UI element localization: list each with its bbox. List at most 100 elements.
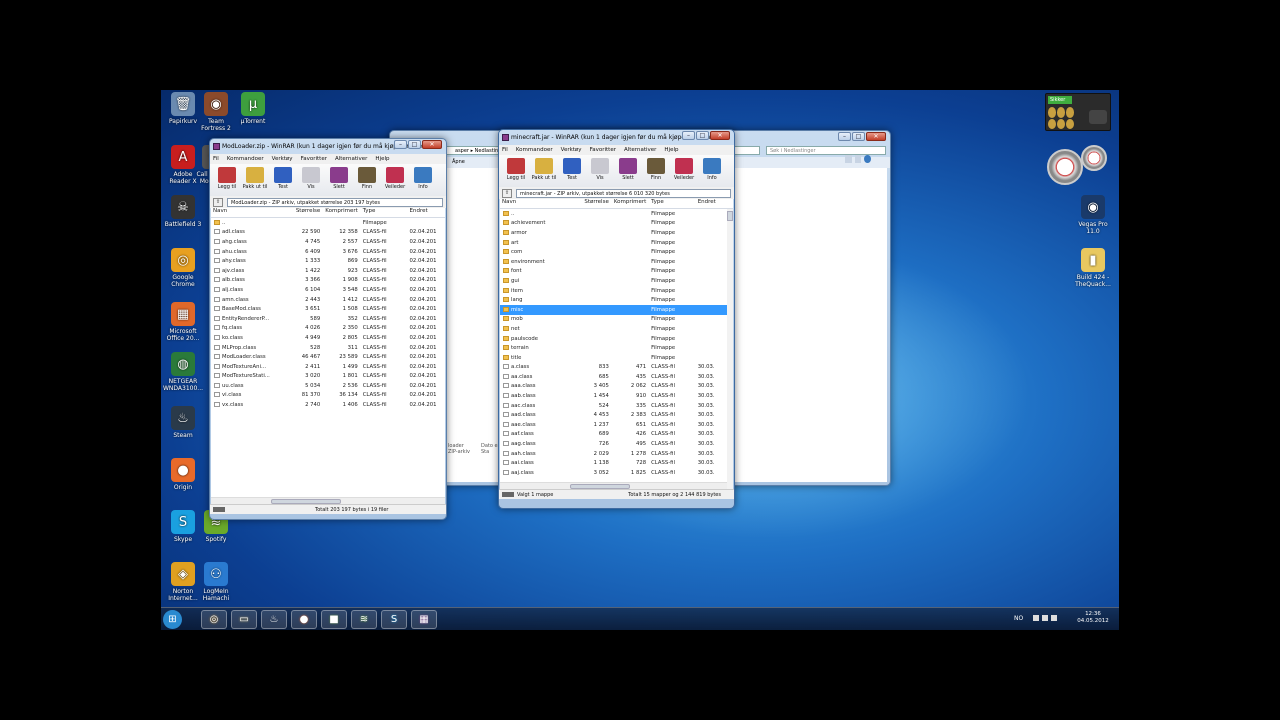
column-header[interactable]: Endret bbox=[696, 199, 733, 208]
flag-icon[interactable] bbox=[1033, 615, 1039, 621]
table-row[interactable]: aaj.class 3 052 1 825 CLASS-fil 30.03. bbox=[500, 468, 733, 478]
toolbar-button[interactable]: Test bbox=[269, 166, 297, 194]
column-header[interactable]: Komprimert bbox=[612, 199, 649, 208]
menu-item[interactable]: Kommandoer bbox=[516, 147, 553, 155]
menu-item[interactable]: Kommandoer bbox=[227, 156, 264, 164]
column-header[interactable]: Navn bbox=[500, 199, 579, 208]
table-row[interactable]: achievement Filmappe bbox=[500, 219, 733, 229]
tray-language[interactable]: NO bbox=[1014, 615, 1023, 622]
table-row[interactable]: vi.class 81 370 36 134 CLASS-fil 02.04.201 bbox=[211, 391, 445, 401]
minimize-button[interactable]: – bbox=[682, 131, 695, 140]
norton-gadget[interactable]: Sikker bbox=[1045, 93, 1111, 131]
maximize-button[interactable]: □ bbox=[852, 132, 865, 141]
table-row[interactable]: BaseMod.class 3 651 1 508 CLASS-fil 02.04.20… bbox=[211, 304, 445, 314]
table-row[interactable]: a.class 833 471 CLASS-fil 30.03. bbox=[500, 363, 733, 373]
table-row[interactable]: ModLoader.class 46 467 23 589 CLASS-fil 02.0… bbox=[211, 352, 445, 362]
table-row[interactable]: aai.class 1 138 728 CLASS-fil 30.03. bbox=[500, 458, 733, 468]
menu-item[interactable]: Fil bbox=[502, 147, 508, 155]
desktop-icon[interactable]: ▦ Microsoft Office 20... bbox=[163, 302, 203, 342]
menu-item[interactable]: Hjelp bbox=[375, 156, 389, 164]
toolbar-button[interactable]: Legg til bbox=[502, 157, 530, 185]
table-row[interactable]: aa.class 685 435 CLASS-fil 30.03. bbox=[500, 372, 733, 382]
spotify-task[interactable]: ≋ bbox=[351, 610, 377, 629]
close-button[interactable]: ✕ bbox=[422, 140, 442, 149]
menu-item[interactable]: Favoritter bbox=[301, 156, 327, 164]
menu-item[interactable]: Verktøy bbox=[561, 147, 582, 155]
table-row[interactable]: title Filmappe bbox=[500, 353, 733, 363]
table-row[interactable]: alb.class 3 366 1 908 CLASS-fil 02.04.201 bbox=[211, 276, 445, 286]
vertical-scrollbar[interactable] bbox=[727, 209, 733, 489]
table-row[interactable]: aaf.class 689 426 CLASS-fil 30.03. bbox=[500, 430, 733, 440]
table-row[interactable]: aag.class 726 495 CLASS-fil 30.03. bbox=[500, 439, 733, 449]
origin-task[interactable]: ● bbox=[291, 610, 317, 629]
desktop-icon[interactable]: ◎ Google Chrome bbox=[163, 248, 203, 288]
table-row[interactable]: net Filmappe bbox=[500, 324, 733, 334]
horizontal-scrollbar[interactable] bbox=[500, 482, 727, 489]
toolbar-button[interactable]: Slett bbox=[325, 166, 353, 194]
table-row[interactable]: MLProp.class 528 311 CLASS-fil 02.04.201 bbox=[211, 343, 445, 353]
toolbar-button[interactable]: Slett bbox=[614, 157, 642, 185]
skype-task[interactable]: S bbox=[381, 610, 407, 629]
table-row[interactable]: ModTextureAni... 2 411 1 499 CLASS-fil 02.04… bbox=[211, 362, 445, 372]
up-folder-button[interactable]: ⇧ bbox=[502, 188, 512, 198]
table-row[interactable]: alj.class 6 104 3 548 CLASS-fil 02.04.201 bbox=[211, 285, 445, 295]
maximize-button[interactable]: □ bbox=[696, 131, 709, 140]
table-row[interactable]: amn.class 2 443 1 412 CLASS-fil 02.04.201 bbox=[211, 295, 445, 305]
desktop-icon[interactable]: ◉ Team Fortress 2 bbox=[196, 92, 236, 132]
toolbar-button[interactable]: Finn bbox=[642, 157, 670, 185]
table-row[interactable]: aac.class 524 335 CLASS-fil 30.03. bbox=[500, 401, 733, 411]
start-orb[interactable]: ⊞ bbox=[163, 610, 182, 629]
column-header[interactable]: Størrelse bbox=[291, 208, 324, 217]
menu-item[interactable]: Favoritter bbox=[590, 147, 616, 155]
file-list[interactable]: Navn Størrelse Komprimert Type Endret .. Film… bbox=[500, 199, 733, 489]
table-row[interactable]: armor Filmappe bbox=[500, 228, 733, 238]
table-row[interactable]: adl.class 22 590 12 358 CLASS-fil 02.04.201 bbox=[211, 228, 445, 238]
maximize-button[interactable]: □ bbox=[408, 140, 421, 149]
menu-item[interactable]: Alternativer bbox=[624, 147, 656, 155]
archive-path[interactable]: ModLoader.zip - ZIP arkiv, utpakket stør… bbox=[227, 197, 443, 207]
table-row[interactable]: paulscode Filmappe bbox=[500, 334, 733, 344]
menu-item[interactable]: Fil bbox=[213, 156, 219, 164]
toolbar-button[interactable]: Veileder bbox=[381, 166, 409, 194]
desktop-icon[interactable]: ▮ Build 424 - TheQuack... bbox=[1073, 248, 1113, 288]
column-header[interactable]: Størrelse bbox=[579, 199, 612, 208]
horizontal-scrollbar[interactable] bbox=[211, 497, 445, 504]
toolbar-button[interactable]: Legg til bbox=[213, 166, 241, 194]
table-row[interactable]: environment Filmappe bbox=[500, 257, 733, 267]
toolbar-button[interactable]: Pakk ut til bbox=[241, 166, 269, 194]
toolbar-button[interactable]: Info bbox=[409, 166, 437, 194]
desktop-icon[interactable]: ◍ NETGEAR WNDA3100... bbox=[163, 352, 203, 392]
toolbar-button[interactable]: Info bbox=[698, 157, 726, 185]
toolbar-button[interactable]: Finn bbox=[353, 166, 381, 194]
winrar-window-minecraft[interactable]: minecraft.jar - WinRAR (kun 1 dager igje… bbox=[498, 129, 735, 509]
chrome-task[interactable]: ◎ bbox=[201, 610, 227, 629]
table-row[interactable]: ahu.class 6 409 3 676 CLASS-fil 02.04.201 bbox=[211, 247, 445, 257]
desktop-icon[interactable]: ☠ Battlefield 3 bbox=[163, 195, 203, 228]
desktop-icon[interactable]: ● Origin bbox=[163, 458, 203, 491]
column-header[interactable]: Type bbox=[649, 199, 696, 208]
toolbar-button[interactable]: Pakk ut til bbox=[530, 157, 558, 185]
table-row[interactable]: .. Filmappe bbox=[500, 209, 733, 219]
column-header[interactable]: Type bbox=[361, 208, 408, 217]
table-row[interactable]: aad.class 4 453 2 383 CLASS-fil 30.03. bbox=[500, 410, 733, 420]
table-row[interactable]: .. Filmappe bbox=[211, 218, 445, 228]
table-row[interactable]: misc Filmappe bbox=[500, 304, 733, 315]
table-row[interactable]: fq.class 4 026 2 350 CLASS-fil 02.04.201 bbox=[211, 324, 445, 334]
table-row[interactable]: mob Filmappe bbox=[500, 315, 733, 325]
winrar-window-modloader[interactable]: ModLoader.zip - WinRAR (kun 1 dager igje… bbox=[209, 138, 447, 520]
minecraft-task[interactable]: ■ bbox=[321, 610, 347, 629]
steam-task[interactable]: ♨ bbox=[261, 610, 287, 629]
table-row[interactable]: EntityRendererP... 589 352 CLASS-fil 02.04.2… bbox=[211, 314, 445, 324]
table-row[interactable]: lang Filmappe bbox=[500, 295, 733, 305]
table-row[interactable]: art Filmappe bbox=[500, 238, 733, 248]
menu-item[interactable]: Alternativer bbox=[335, 156, 367, 164]
table-row[interactable]: ahg.class 4 745 2 557 CLASS-fil 02.04.201 bbox=[211, 237, 445, 247]
column-header[interactable]: Komprimert bbox=[323, 208, 360, 217]
table-row[interactable]: vx.class 2 740 1 406 CLASS-fil 02.04.201 bbox=[211, 400, 445, 410]
open-menu[interactable]: Åpne bbox=[452, 159, 465, 165]
minimize-button[interactable]: – bbox=[838, 132, 851, 141]
table-row[interactable]: ajv.class 1 422 923 CLASS-fil 02.04.201 bbox=[211, 266, 445, 276]
table-row[interactable]: com Filmappe bbox=[500, 247, 733, 257]
table-row[interactable]: ModTextureStati... 3 020 1 801 CLASS-fil 02.… bbox=[211, 372, 445, 382]
table-row[interactable]: aae.class 1 237 651 CLASS-fil 30.03. bbox=[500, 420, 733, 430]
